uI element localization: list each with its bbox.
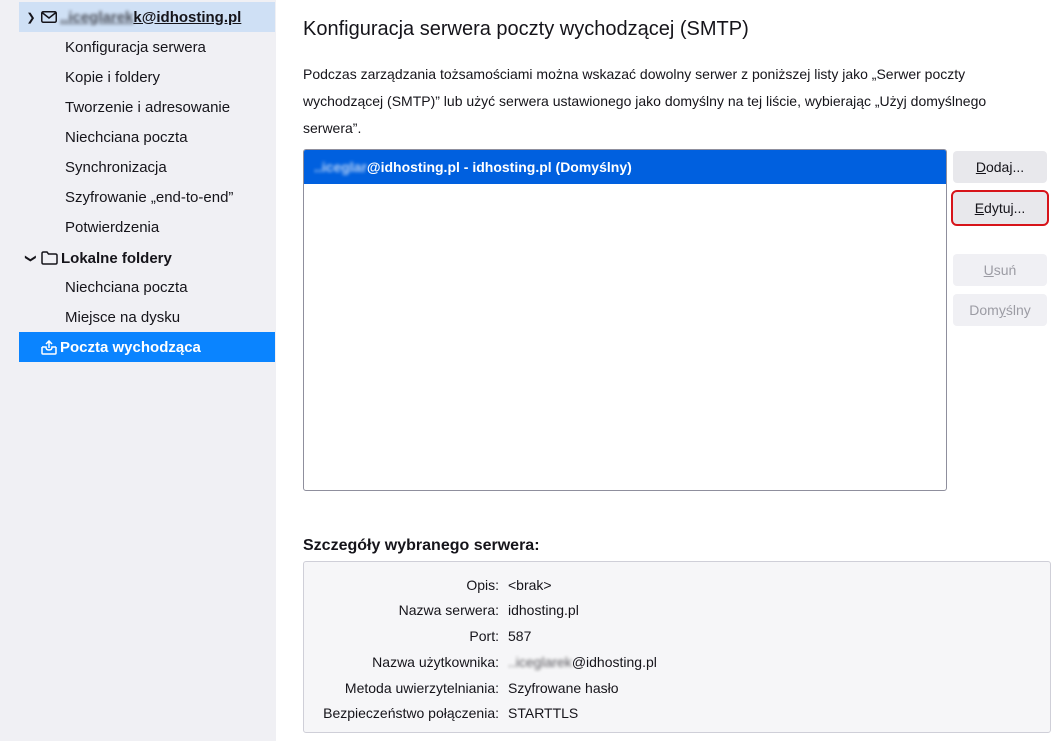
local-folders-label: Lokalne foldery — [61, 249, 172, 267]
detail-row-description: Opis: <brak> — [466, 577, 552, 593]
server-details-box: Opis: <brak> Nazwa serwera: idhosting.pl… — [303, 561, 1051, 733]
remove-button[interactable]: Usuń — [953, 254, 1047, 286]
outbox-icon — [41, 339, 57, 355]
mail-icon — [41, 11, 57, 23]
detail-row-server-name: Nazwa serwera: idhosting.pl — [398, 602, 579, 618]
sidebar-item-local-junk[interactable]: Niechciana poczta — [65, 273, 188, 303]
sidebar-local-folders-row[interactable]: ❯ Lokalne foldery — [19, 243, 275, 273]
account-name: k@idhosting.pl — [133, 8, 242, 26]
detail-row-username: Nazwa użytkownika: ..iceglarek@idhosting… — [372, 654, 657, 670]
sidebar-item-e2e[interactable]: Szyfrowanie „end-to-end” — [65, 183, 233, 213]
details-title: Szczegóły wybranego serwera: — [303, 537, 540, 554]
sidebar-item-server-settings[interactable]: Konfiguracja serwera — [65, 33, 206, 63]
edit-button[interactable]: Edytuj... — [951, 190, 1049, 226]
server-name-hidden: ..iceglar — [314, 159, 367, 175]
page-title: Konfiguracja serwera poczty wychodzącej … — [303, 18, 749, 40]
settings-sidebar: ❯ ..iceglarek k@idhosting.pl Konfiguracj… — [0, 0, 276, 741]
account-name-hidden: ..iceglarek — [60, 8, 134, 26]
set-default-button[interactable]: Dom y ślny — [953, 294, 1047, 326]
sidebar-account-row[interactable]: ❯ ..iceglarek k@idhosting.pl — [19, 2, 275, 32]
sidebar-item-disk-space[interactable]: Miejsce na dysku — [65, 303, 180, 333]
detail-row-auth-method: Metoda uwierzytelniania: Szyfrowane hasł… — [344, 680, 619, 696]
list-item[interactable]: ..iceglar@idhosting.pl - idhosting.pl (D… — [304, 150, 946, 184]
sidebar-item-sync[interactable]: Synchronizacja — [65, 153, 167, 183]
detail-row-port: Port: 587 — [469, 628, 532, 644]
add-button[interactable]: Dodaj... — [953, 151, 1047, 183]
sidebar-item-junk[interactable]: Niechciana poczta — [65, 123, 188, 153]
sidebar-item-composition[interactable]: Tworzenie i adresowanie — [65, 93, 230, 123]
smtp-server-list[interactable]: ..iceglar@idhosting.pl - idhosting.pl (D… — [303, 149, 947, 491]
chevron-down-icon[interactable]: ❯ — [25, 250, 38, 266]
server-name: @idhosting.pl - idhosting.pl (Domyślny) — [366, 159, 632, 175]
sidebar-item-receipts[interactable]: Potwierdzenia — [65, 213, 159, 243]
detail-row-security: Bezpieczeństwo połączenia: STARTTLS — [323, 705, 579, 721]
outgoing-label: Poczta wychodząca — [60, 338, 201, 356]
sidebar-item-outgoing-server[interactable]: Poczta wychodząca — [19, 332, 275, 362]
smtp-settings-pane: Konfiguracja serwera poczty wychodzącej … — [276, 0, 1062, 741]
chevron-down-icon[interactable]: ❯ — [23, 11, 39, 24]
sidebar-item-copies-folders[interactable]: Kopie i foldery — [65, 63, 160, 93]
page-description: Podczas zarządzania tożsamościami można … — [303, 66, 987, 136]
folder-icon — [41, 251, 58, 265]
